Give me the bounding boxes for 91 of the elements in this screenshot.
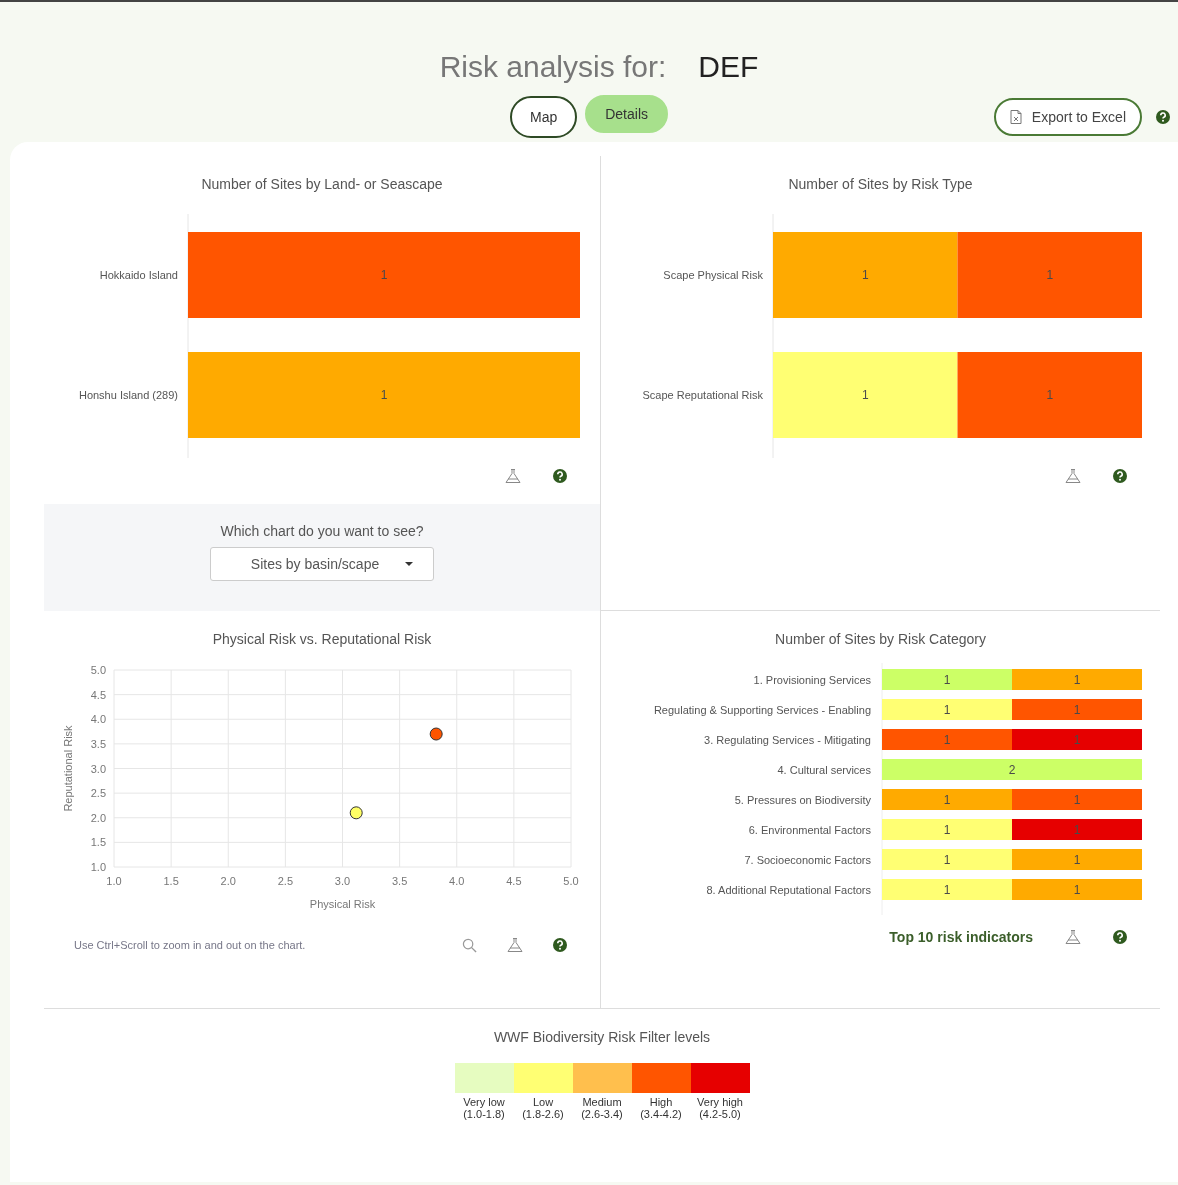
flask-icon[interactable] xyxy=(1065,469,1081,483)
chart-title: Number of Sites by Land- or Seascape xyxy=(201,176,443,194)
x-axis-title: Physical Risk xyxy=(309,898,376,910)
category-label: 5. Pressures on Biodiversity xyxy=(734,793,871,806)
data-label: 1 xyxy=(943,882,950,897)
data-label: 1 xyxy=(1045,388,1053,402)
data-label: 1 xyxy=(943,702,950,717)
subject-name: DEF xyxy=(698,50,759,83)
y-tick-label: 3.5 xyxy=(90,737,106,750)
x-tick-label: 2.0 xyxy=(220,875,236,887)
data-label: 1 xyxy=(1073,732,1080,747)
y-tick-label: 5.0 xyxy=(90,664,106,676)
y-axis-title: Reputational Risk xyxy=(62,725,74,812)
export-button[interactable]: Export to Excel xyxy=(993,98,1142,136)
help-icon[interactable] xyxy=(553,469,567,483)
data-point xyxy=(349,806,363,820)
help-icon[interactable] xyxy=(1113,469,1127,483)
category-label: 4. Cultural services xyxy=(776,763,871,776)
flask-icon[interactable] xyxy=(1065,930,1081,944)
category-label: Regulating & Supporting Services - Enabling xyxy=(653,703,871,716)
category-label: Hokkaido Island xyxy=(99,269,178,281)
data-label: 2 xyxy=(1008,762,1015,777)
y-tick-label: 1.5 xyxy=(90,836,106,849)
level-range: (1.8-2.6) xyxy=(522,1108,564,1120)
chart-title: Physical Risk vs. Reputational Risk xyxy=(212,631,432,649)
help-icon[interactable] xyxy=(553,938,567,952)
level-label: Medium xyxy=(582,1096,622,1108)
category-label: Honshu Island (289) xyxy=(78,389,178,401)
data-label: 1 xyxy=(380,268,388,282)
data-label: 1 xyxy=(1073,852,1080,867)
x-tick-label: 1.5 xyxy=(163,875,179,887)
y-tick-label: 3.0 xyxy=(90,762,106,775)
level-label: Low xyxy=(532,1096,554,1108)
data-label: 1 xyxy=(1073,882,1080,897)
level-label: Very high xyxy=(697,1096,743,1108)
data-label: 1 xyxy=(1073,792,1080,807)
data-label: 1 xyxy=(861,388,869,402)
level-range: (1.0-1.8) xyxy=(463,1108,505,1120)
x-tick-label: 3.0 xyxy=(334,875,351,887)
y-tick-label: 2.5 xyxy=(90,787,106,800)
flask-icon[interactable] xyxy=(505,469,521,483)
chart-select[interactable]: Sites by basin/scape xyxy=(210,547,434,581)
data-point xyxy=(429,727,443,741)
x-tick-label: 3.5 xyxy=(392,875,408,887)
zoom-hint: Use Ctrl+Scroll to zoom in and out on the chart. xyxy=(74,939,306,951)
data-label: 1 xyxy=(943,852,950,867)
x-tick-label: 2.5 xyxy=(277,875,293,887)
help-icon[interactable] xyxy=(1113,930,1127,944)
data-label: 1 xyxy=(1073,702,1080,717)
data-label: 1 xyxy=(943,792,950,807)
level-range: (2.6-3.4) xyxy=(581,1108,623,1120)
data-label: 1 xyxy=(861,268,869,282)
data-label: 1 xyxy=(1073,672,1080,687)
data-label: 1 xyxy=(380,388,388,402)
category-label: Scape Physical Risk xyxy=(662,269,763,281)
level-label: Very low xyxy=(463,1096,505,1108)
x-tick-label: 5.0 xyxy=(563,875,579,887)
data-label: 1 xyxy=(943,822,950,837)
top-indicators-link[interactable]: Top 10 risk indicators xyxy=(889,929,1033,945)
data-label: 1 xyxy=(1045,268,1053,282)
data-label: 1 xyxy=(943,732,950,747)
category-label: 6. Environmental Factors xyxy=(748,823,871,836)
category-label: 3. Regulating Services - Mitigating xyxy=(703,733,871,746)
chart-title: Number of Sites by Risk Category xyxy=(775,631,986,649)
page-title: Risk analysis for: xyxy=(439,50,667,83)
data-label: 1 xyxy=(943,672,950,687)
chart-title: Number of Sites by Risk Type xyxy=(788,176,973,194)
category-label: 1. Provisioning Services xyxy=(753,673,871,686)
y-tick-label: 4.0 xyxy=(90,713,106,726)
help-icon[interactable] xyxy=(1156,110,1170,124)
category-label: 8. Additional Reputational Factors xyxy=(706,883,871,896)
document-icon xyxy=(1009,110,1022,124)
legend-title: WWF Biodiversity Risk Filter levels xyxy=(493,1029,711,1045)
y-tick-label: 1.0 xyxy=(90,861,106,873)
level-range: (4.2-5.0) xyxy=(699,1108,741,1120)
view-tab[interactable]: Map xyxy=(510,96,578,138)
flask-icon[interactable] xyxy=(507,938,523,952)
view-tab[interactable]: Details xyxy=(585,95,668,133)
selector-question: Which chart do you want to see? xyxy=(220,523,424,539)
search-icon[interactable] xyxy=(462,937,477,953)
y-tick-label: 4.5 xyxy=(90,688,106,701)
caret-icon xyxy=(405,562,414,566)
y-tick-label: 2.0 xyxy=(90,811,106,824)
category-label: Scape Reputational Risk xyxy=(642,389,763,401)
level-range: (3.4-4.2) xyxy=(640,1108,682,1120)
x-tick-label: 4.0 xyxy=(449,875,465,887)
category-label: 7. Socioeconomic Factors xyxy=(743,853,871,866)
x-tick-label: 1.0 xyxy=(106,875,122,887)
data-label: 1 xyxy=(1073,822,1080,837)
level-label: High xyxy=(649,1096,673,1108)
x-tick-label: 4.5 xyxy=(506,875,522,887)
